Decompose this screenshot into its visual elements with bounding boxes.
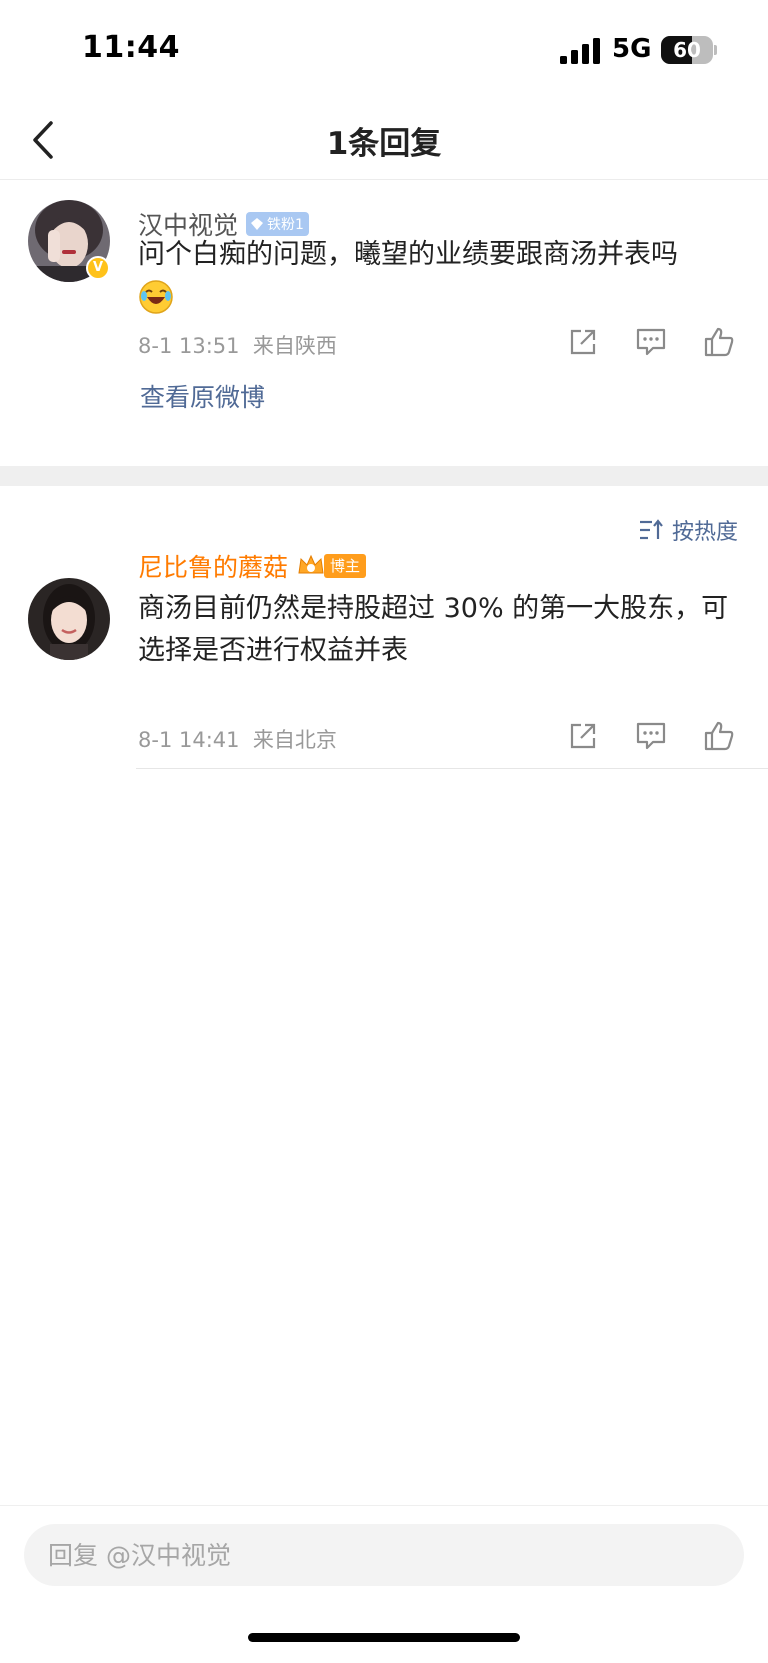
comment-location: 来自陕西	[252, 334, 337, 358]
comment-actions	[536, 718, 740, 754]
comment-time: 8-1 14:41	[138, 728, 240, 752]
sort-button[interactable]: 按热度	[638, 514, 738, 546]
reply-input[interactable]	[24, 1524, 744, 1586]
share-icon	[570, 329, 596, 355]
thumbs-up-icon	[704, 327, 734, 357]
battery-level: 60	[673, 38, 701, 62]
laughing-crying-icon	[139, 280, 173, 314]
fan-badge: 铁粉1	[246, 212, 309, 236]
signal-icon	[560, 38, 600, 64]
blogger-badge: 博主	[296, 553, 367, 579]
author-name: 尼比鲁的蘑菇	[138, 553, 289, 582]
reply-comment: 尼比鲁的蘑菇 博主 商汤目前仍然是持股超过 30% 的第一大股东，可选择是否进行权…	[0, 553, 768, 768]
crown-icon	[298, 554, 324, 574]
sort-label: 按热度	[671, 520, 738, 545]
comment-actions	[536, 324, 740, 360]
comment-icon	[636, 328, 666, 356]
verified-badge: V	[86, 256, 110, 280]
thumbs-up-icon	[704, 721, 734, 751]
comment-author[interactable]: 尼比鲁的蘑菇 博主	[138, 548, 367, 584]
comment-separator	[136, 768, 768, 769]
section-divider	[0, 466, 768, 486]
share-icon	[570, 723, 596, 749]
page-title: 1条回复	[326, 126, 442, 162]
comment-location: 来自北京	[252, 728, 337, 752]
sort-icon	[639, 519, 663, 540]
main-comment: V 汉中视觉 铁粉1 问个白痴的问题，曦望的业绩要跟商汤并表吗 8-1 13:51…	[0, 180, 768, 466]
comment-button[interactable]	[630, 324, 672, 360]
diamond-icon	[251, 218, 264, 230]
share-button[interactable]	[562, 324, 604, 360]
network-label: 5G	[612, 34, 652, 64]
avatar[interactable]	[28, 578, 110, 660]
status-time: 11:44	[82, 30, 180, 65]
comment-meta: 8-1 13:51 来自陕西	[138, 330, 337, 360]
comment-button[interactable]	[630, 718, 672, 754]
status-bar: 11:44 5G 60	[0, 0, 768, 100]
home-indicator[interactable]	[248, 1633, 520, 1642]
like-button[interactable]	[698, 324, 740, 360]
comment-text: 商汤目前仍然是持股超过 30% 的第一大股东，可选择是否进行权益并表	[138, 593, 729, 666]
view-original-link[interactable]: 查看原微博	[140, 378, 265, 414]
share-button[interactable]	[562, 718, 604, 754]
comment-time: 8-1 13:51	[138, 334, 240, 358]
like-button[interactable]	[698, 718, 740, 754]
comment-text: 问个白痴的问题，曦望的业绩要跟商汤并表吗	[138, 234, 738, 318]
nav-bar: 1条回复	[0, 100, 768, 180]
battery-icon: 60	[661, 36, 717, 64]
comment-icon	[636, 722, 666, 750]
comment-meta: 8-1 14:41 来自北京	[138, 724, 337, 754]
